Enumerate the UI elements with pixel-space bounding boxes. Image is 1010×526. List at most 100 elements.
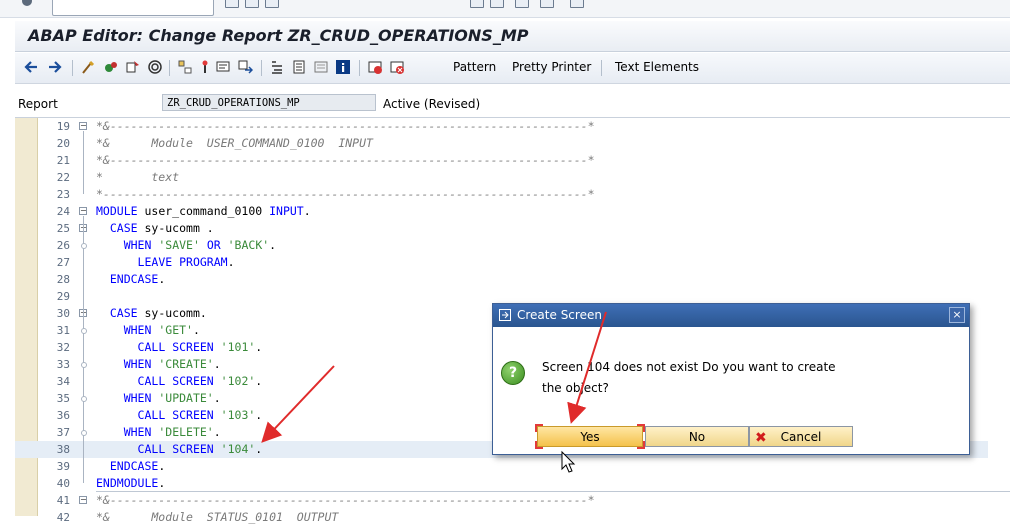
help-system-icon[interactable] — [570, 0, 584, 8]
shortcut-icon[interactable] — [490, 0, 504, 8]
code-text: WHEN 'CREATE'. — [123, 357, 221, 371]
display-object-list-icon[interactable] — [177, 59, 193, 75]
fold-marker — [81, 328, 87, 334]
line-number: 33 — [56, 358, 70, 371]
insert-statement-icon[interactable] — [291, 59, 307, 75]
code-line[interactable]: 41 *&------------------------------------… — [15, 492, 988, 509]
report-name-field[interactable]: ZR_CRUD_OPERATIONS_MP — [162, 94, 376, 111]
code-line[interactable]: 22 * text — [15, 169, 988, 186]
save-icon[interactable] — [225, 0, 239, 8]
enter-icon[interactable] — [22, 0, 32, 6]
window-title-bar: ABAP Editor: Change Report ZR_CRUD_OPERA… — [15, 21, 1010, 52]
line-number: 21 — [56, 154, 70, 167]
system-toolbar — [0, 0, 1010, 18]
display-list-icon[interactable] — [313, 59, 329, 75]
fold-marker — [81, 396, 87, 402]
code-line[interactable]: 26 WHEN 'SAVE' OR 'BACK'. — [15, 237, 988, 254]
fold-marker — [81, 362, 87, 368]
code-text: WHEN 'DELETE'. — [123, 425, 221, 439]
code-text: CALL SCREEN '103'. — [137, 408, 263, 422]
code-text: CASE sy-ucomm . — [109, 221, 214, 235]
code-text: WHEN 'UPDATE'. — [123, 391, 221, 405]
dialog-titlebar[interactable]: Create Screen × — [493, 304, 969, 327]
close-icon[interactable]: × — [949, 307, 965, 323]
pretty-print-icon[interactable] — [269, 59, 285, 75]
code-line[interactable]: 40 ENDMODULE. — [15, 475, 988, 492]
code-line[interactable]: 20 *& Module USER_COMMAND_0100 INPUT — [15, 135, 988, 152]
code-text: * text — [96, 170, 180, 184]
code-line[interactable]: 39 ENDCASE. — [15, 458, 988, 475]
line-number: 26 — [56, 239, 70, 252]
line-number: 37 — [56, 426, 70, 439]
no-button-label: No — [688, 430, 706, 444]
fold-guide — [83, 233, 84, 279]
focus-corner — [535, 441, 543, 449]
code-line[interactable]: 42 *& Module STATUS_0101 OUTPUT — [15, 509, 988, 526]
line-number: 42 — [56, 511, 70, 524]
fold-toggle-icon[interactable]: − — [79, 122, 87, 130]
toolbar-separator — [261, 60, 262, 76]
check-syntax-icon[interactable] — [81, 59, 97, 75]
new-session-icon[interactable] — [470, 0, 484, 8]
cancel-button-label: Cancel — [780, 430, 822, 444]
command-field[interactable] — [52, 0, 214, 16]
text-elements-button[interactable]: Text Elements — [615, 60, 699, 74]
code-text: ENDMODULE. — [96, 476, 166, 490]
focus-corner — [637, 424, 645, 432]
code-text: CALL SCREEN '102'. — [137, 374, 263, 388]
line-number: 28 — [56, 273, 70, 286]
yes-button[interactable]: Yes — [535, 424, 645, 449]
customize-icon[interactable] — [540, 0, 554, 8]
line-number: 39 — [56, 460, 70, 473]
code-line[interactable]: 19 *&------------------------------------… — [15, 118, 988, 135]
cancel-x-icon: ✖ — [755, 430, 767, 446]
code-line[interactable]: 28 ENDCASE. — [15, 271, 988, 288]
back-system-icon[interactable] — [245, 0, 259, 8]
line-number: 30 — [56, 307, 70, 320]
other-object-icon[interactable] — [125, 59, 141, 75]
activate-icon[interactable] — [103, 59, 119, 75]
help-icon[interactable] — [367, 59, 383, 75]
line-number: 29 — [56, 290, 70, 303]
line-number: 31 — [56, 324, 70, 337]
fold-toggle-icon[interactable]: − — [79, 207, 87, 215]
toolbar-separator — [169, 60, 170, 76]
page-title: ABAP Editor: Change Report ZR_CRUD_OPERA… — [28, 26, 529, 45]
question-icon: ? — [501, 361, 525, 385]
line-number: 35 — [56, 392, 70, 405]
navigate-icon[interactable] — [237, 59, 253, 75]
line-number: 24 — [56, 205, 70, 218]
code-line[interactable]: 27 LEAVE PROGRAM. — [15, 254, 988, 271]
exit-icon[interactable] — [265, 0, 279, 8]
layout-icon[interactable] — [515, 0, 529, 8]
line-number: 25 — [56, 222, 70, 235]
dialog-message-line: Screen 104 does not exist Do you want to… — [542, 360, 836, 374]
fold-guide — [83, 131, 84, 194]
focus-corner — [637, 441, 645, 449]
code-line[interactable]: 21 *&------------------------------------… — [15, 152, 988, 169]
code-line[interactable]: 23 *-------------------------------------… — [15, 186, 988, 203]
enhance-icon[interactable] — [215, 59, 231, 75]
fold-toggle-icon[interactable]: − — [79, 496, 87, 504]
where-used-icon[interactable] — [147, 59, 163, 75]
cancel-button[interactable]: ✖ Cancel — [749, 426, 853, 447]
fold-marker — [81, 243, 87, 249]
pretty-printer-button[interactable]: Pretty Printer — [512, 60, 591, 74]
back-icon[interactable] — [23, 59, 39, 75]
code-text: *&--------------------------------------… — [96, 493, 595, 507]
no-button[interactable]: No — [645, 426, 749, 447]
set-breakpoint-icon[interactable] — [197, 59, 213, 75]
report-label: Report — [18, 97, 58, 111]
line-number: 22 — [56, 171, 70, 184]
code-text: WHEN 'SAVE' OR 'BACK'. — [123, 238, 277, 252]
pattern-button[interactable]: Pattern — [453, 60, 496, 74]
info-icon[interactable] — [335, 59, 351, 75]
code-line[interactable]: 25 CASE sy-ucomm . — [15, 220, 988, 237]
forward-icon[interactable] — [47, 59, 63, 75]
code-text: LEAVE PROGRAM. — [137, 255, 235, 269]
cancel-icon[interactable] — [389, 59, 405, 75]
line-number: 19 — [56, 120, 70, 133]
line-number: 32 — [56, 341, 70, 354]
line-number: 38 — [56, 443, 70, 456]
code-line[interactable]: 24 MODULE user_command_0100 INPUT. — [15, 203, 988, 220]
